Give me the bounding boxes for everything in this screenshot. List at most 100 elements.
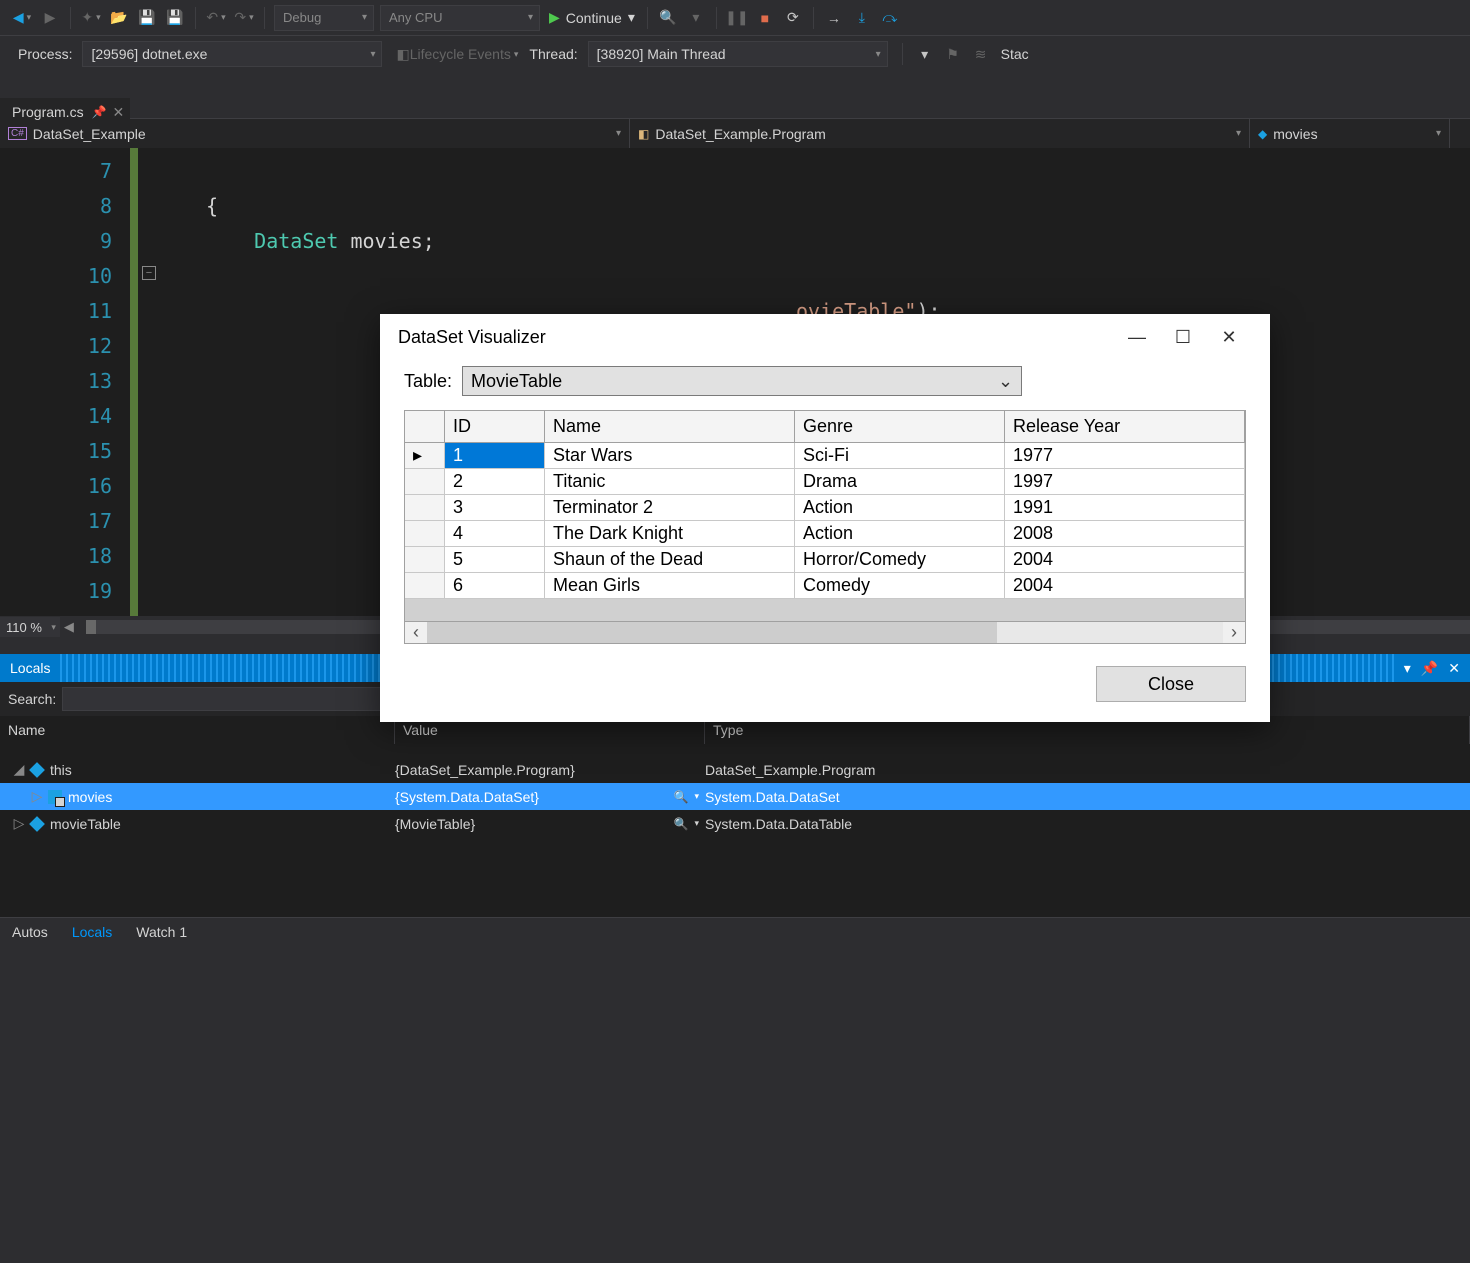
visualizer-icon[interactable]: 🔍	[674, 817, 689, 831]
visualizer-chevron-icon[interactable]: ▾	[694, 818, 699, 829]
data-grid-row[interactable]: 6Mean GirlsComedy2004	[405, 573, 1245, 599]
process-select[interactable]: [29596] dotnet.exe	[82, 41, 382, 67]
redo-button[interactable]: ↷▾	[231, 5, 257, 31]
cell-name[interactable]: Mean Girls	[545, 573, 795, 599]
cell-genre[interactable]: Drama	[795, 469, 1005, 495]
step-next-button[interactable]: →	[821, 5, 847, 31]
close-panel-button[interactable]: ✕	[1448, 660, 1460, 677]
locals-row[interactable]: ▷movies{System.Data.DataSet}🔍▾System.Dat…	[0, 783, 1470, 810]
close-dialog-button[interactable]: ✕	[1206, 327, 1252, 348]
row-header[interactable]	[405, 521, 445, 547]
namespace-select[interactable]: C# DataSet_Example	[0, 119, 630, 148]
cell-id[interactable]: 3	[445, 495, 545, 521]
cell-year[interactable]: 1977	[1005, 443, 1245, 469]
expander-icon[interactable]: ◢	[12, 761, 26, 778]
cell-id[interactable]: 4	[445, 521, 545, 547]
window-options-button[interactable]: ▾	[1404, 660, 1411, 677]
table-select[interactable]: MovieTable	[462, 366, 1022, 396]
col-genre[interactable]: Genre	[795, 411, 1005, 443]
row-header[interactable]: ▸	[405, 443, 445, 469]
expander-icon[interactable]: ▷	[30, 788, 44, 805]
cell-id[interactable]: 6	[445, 573, 545, 599]
visualizer-chevron-icon[interactable]: ▾	[694, 791, 699, 802]
open-file-button[interactable]: 📂	[106, 5, 132, 31]
continue-button[interactable]: ▶Continue▾	[543, 5, 641, 31]
locals-header-name[interactable]: Name	[0, 716, 395, 744]
pin-icon[interactable]: 📌	[92, 105, 107, 119]
threads-icon[interactable]: ≋	[968, 41, 994, 67]
step-into-button[interactable]: ⤓	[849, 5, 875, 31]
close-tab-button[interactable]: ✕	[113, 104, 125, 121]
filter-icon[interactable]: ▾	[912, 41, 938, 67]
bottom-tab-locals[interactable]: Locals	[60, 918, 124, 945]
save-button[interactable]: 💾	[134, 5, 160, 31]
find-in-files-button[interactable]: 🔍	[655, 5, 681, 31]
thread-select[interactable]: [38920] Main Thread	[588, 41, 888, 67]
scroll-left-icon[interactable]: ‹	[405, 622, 427, 643]
minimize-button[interactable]: —	[1114, 327, 1160, 348]
scroll-right-icon[interactable]: ›	[1223, 622, 1245, 643]
undo-button[interactable]: ↶▾	[203, 5, 229, 31]
data-grid-row[interactable]: 2TitanicDrama1997	[405, 469, 1245, 495]
expander-icon[interactable]: ▷	[12, 815, 26, 832]
row-header[interactable]	[405, 469, 445, 495]
cell-name[interactable]: Terminator 2	[545, 495, 795, 521]
save-all-button[interactable]: 💾	[162, 5, 188, 31]
cell-name[interactable]: Titanic	[545, 469, 795, 495]
cell-name[interactable]: Shaun of the Dead	[545, 547, 795, 573]
stop-button[interactable]: ■	[752, 5, 778, 31]
new-project-button[interactable]: ✦▾	[78, 5, 104, 31]
dialog-titlebar[interactable]: DataSet Visualizer — ☐ ✕	[380, 314, 1270, 360]
cell-year[interactable]: 2008	[1005, 521, 1245, 547]
row-header[interactable]	[405, 573, 445, 599]
visualizer-icon[interactable]: 🔍	[674, 790, 689, 804]
cell-year[interactable]: 1991	[1005, 495, 1245, 521]
data-grid-scrollbar[interactable]: ‹ ›	[405, 621, 1245, 643]
locals-row[interactable]: ◢this{DataSet_Example.Program}DataSet_Ex…	[0, 756, 1470, 783]
flag-icon[interactable]: ⚑	[940, 41, 966, 67]
maximize-button[interactable]: ☐	[1160, 327, 1206, 348]
data-grid-row[interactable]: 3Terminator 2Action1991	[405, 495, 1245, 521]
step-over-button[interactable]: ⤼	[877, 5, 903, 31]
platform-select[interactable]: Any CPU	[380, 5, 540, 31]
fold-toggle[interactable]: −	[142, 266, 156, 280]
overflow-button[interactable]: ▾	[683, 5, 709, 31]
restart-button[interactable]: ⟳	[780, 5, 806, 31]
cell-name[interactable]: The Dark Knight	[545, 521, 795, 547]
lifecycle-events-button[interactable]: ◧ Lifecycle Events ▾	[396, 41, 518, 67]
cell-year[interactable]: 2004	[1005, 573, 1245, 599]
pause-button[interactable]: ❚❚	[724, 5, 750, 31]
cell-genre[interactable]: Comedy	[795, 573, 1005, 599]
nav-back-button[interactable]: ◀▾	[9, 5, 35, 31]
cell-genre[interactable]: Horror/Comedy	[795, 547, 1005, 573]
cell-year[interactable]: 1997	[1005, 469, 1245, 495]
row-header[interactable]	[405, 547, 445, 573]
zoom-select[interactable]: 110 %	[0, 617, 60, 637]
close-button[interactable]: Close	[1096, 666, 1246, 702]
data-grid-row[interactable]: ▸1Star WarsSci-Fi1977	[405, 443, 1245, 469]
data-grid-row[interactable]: 4The Dark KnightAction2008	[405, 521, 1245, 547]
cell-name[interactable]: Star Wars	[545, 443, 795, 469]
bottom-tab-autos[interactable]: Autos	[0, 918, 60, 945]
cell-genre[interactable]: Action	[795, 521, 1005, 547]
locals-row[interactable]: ▷movieTable{MovieTable}🔍▾System.Data.Dat…	[0, 810, 1470, 837]
pin-panel-button[interactable]: 📌	[1421, 660, 1438, 677]
configuration-select[interactable]: Debug	[274, 5, 374, 31]
data-grid[interactable]: ID Name Genre Release Year ▸1Star WarsSc…	[404, 410, 1246, 644]
cell-genre[interactable]: Action	[795, 495, 1005, 521]
cell-id[interactable]: 5	[445, 547, 545, 573]
cell-id[interactable]: 1	[445, 443, 545, 469]
row-header[interactable]	[405, 495, 445, 521]
cell-id[interactable]: 2	[445, 469, 545, 495]
data-grid-new-row[interactable]	[405, 599, 1245, 621]
scroll-left-button[interactable]: ◀	[60, 619, 78, 635]
fold-gutter[interactable]: −	[138, 148, 166, 638]
bottom-tab-watch-1[interactable]: Watch 1	[124, 918, 199, 945]
data-grid-row[interactable]: 5Shaun of the DeadHorror/Comedy2004	[405, 547, 1245, 573]
cell-genre[interactable]: Sci-Fi	[795, 443, 1005, 469]
type-select[interactable]: ◧ DataSet_Example.Program	[630, 119, 1250, 148]
col-id[interactable]: ID	[445, 411, 545, 443]
cell-year[interactable]: 2004	[1005, 547, 1245, 573]
member-select[interactable]: ◆ movies	[1250, 119, 1450, 148]
col-year[interactable]: Release Year	[1005, 411, 1245, 443]
